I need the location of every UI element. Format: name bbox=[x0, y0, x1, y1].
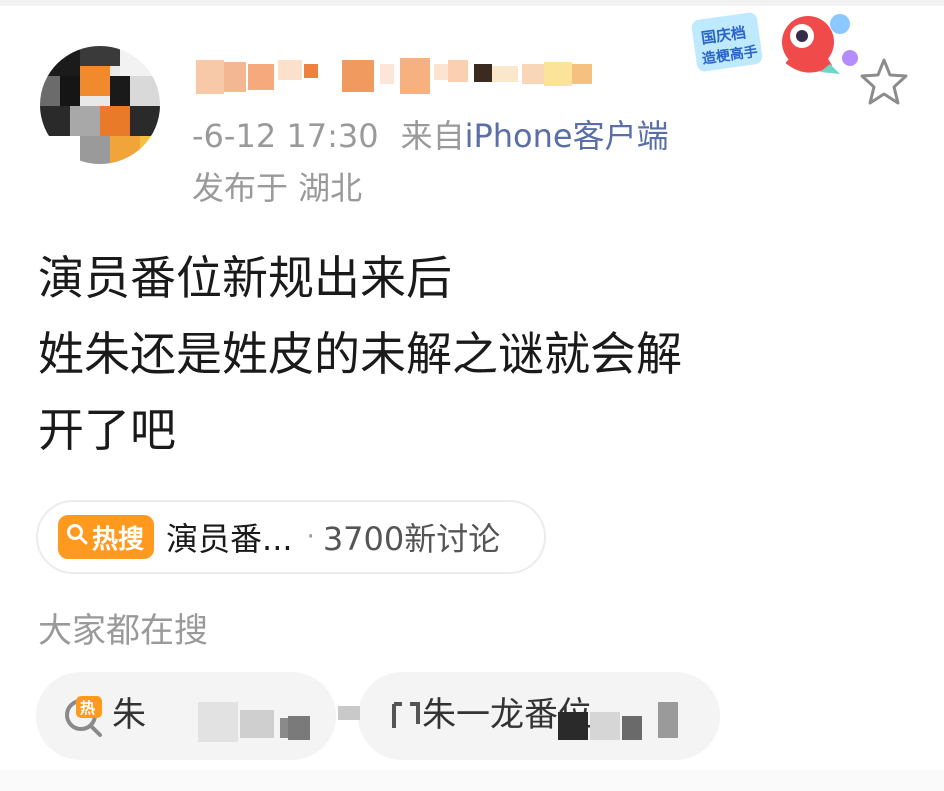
post-line: 演员番位新规出来后 bbox=[38, 251, 452, 305]
avatar[interactable] bbox=[40, 46, 160, 164]
source-prefix: 来自 bbox=[400, 117, 465, 155]
hot-search-separator: · bbox=[306, 522, 315, 552]
svg-text:热: 热 bbox=[80, 699, 95, 717]
timestamp: -6-12 17:30 bbox=[192, 117, 379, 155]
hot-search-chip[interactable]: 热搜 演员番... · 3700新讨论 bbox=[36, 500, 546, 574]
search-suggestion-text: 朱 bbox=[112, 695, 146, 735]
hot-search-tag: 热搜 bbox=[58, 515, 155, 559]
post-location: 发布于 湖北 bbox=[192, 169, 363, 207]
bottom-strip bbox=[0, 770, 944, 791]
hot-search-title: 演员番... bbox=[166, 520, 293, 558]
redaction-block bbox=[288, 716, 310, 740]
post-line: 姓朱还是姓皮的未解之谜就会解 bbox=[38, 327, 682, 381]
search-icon bbox=[66, 522, 88, 552]
redaction-block bbox=[590, 712, 620, 740]
promo-badge[interactable]: 国庆档 造梗高手 bbox=[690, 2, 870, 92]
post-content: 演员番位新规出来后 姓朱还是姓皮的未解之谜就会解 开了吧 bbox=[38, 240, 908, 468]
hot-search-icon: 热 bbox=[62, 694, 106, 738]
username-redacted[interactable] bbox=[196, 54, 606, 100]
hot-search-tag-label: 热搜 bbox=[92, 524, 145, 555]
redaction-block bbox=[622, 716, 642, 740]
star-icon[interactable] bbox=[858, 56, 910, 108]
redaction-block bbox=[658, 702, 678, 738]
post-meta: -6-12 17:30 来自iPhone客户端 bbox=[192, 114, 669, 158]
hot-search-count: 3700新讨论 bbox=[322, 520, 501, 558]
search-suggestion-pill[interactable]: 朱一龙番位 bbox=[358, 672, 720, 760]
source-client-link[interactable]: iPhone客户端 bbox=[465, 117, 669, 155]
redaction-block bbox=[198, 702, 238, 742]
section-title-everyone-searching: 大家都在搜 bbox=[38, 611, 208, 651]
redaction-block bbox=[240, 710, 274, 738]
redaction-block bbox=[558, 712, 588, 740]
post-line: 开了吧 bbox=[38, 403, 176, 457]
redaction-block bbox=[338, 706, 360, 720]
